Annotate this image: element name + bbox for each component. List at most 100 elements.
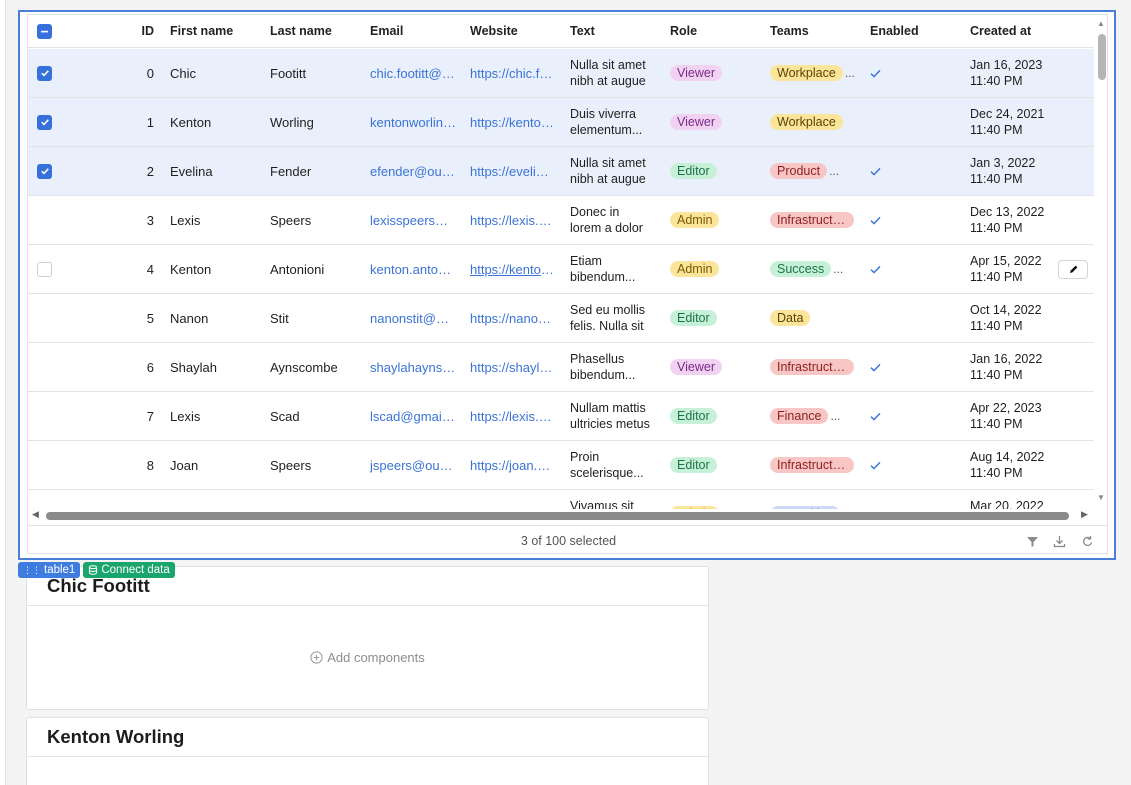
more-teams-indicator: ...: [844, 66, 855, 80]
vertical-scrollbar[interactable]: ▲ ▼: [1094, 15, 1107, 509]
cell-last-name: Antonioni: [270, 261, 325, 277]
team-badge: Product: [770, 163, 828, 179]
table-row[interactable]: 8 Joan Speers jspeers@outlook.com https://jo…: [28, 441, 1094, 490]
scroll-up-arrow-icon[interactable]: ▲: [1097, 19, 1105, 28]
cell-teams: Workplace: [770, 98, 862, 146]
cell-teams: Finance...: [770, 392, 862, 440]
cell-email[interactable]: kentonworling@gmail.com: [370, 98, 456, 146]
table-row[interactable]: 5 Nanon Stit nanonstit@gmail.com https://nan…: [28, 294, 1094, 343]
component-name-tag[interactable]: ⋮⋮ table1: [18, 562, 81, 578]
column-header-created-at[interactable]: Created at: [970, 15, 1080, 47]
cell-website[interactable]: https://shaylah.com: [470, 343, 554, 391]
cell-role: Viewer: [670, 343, 760, 391]
column-header-enabled[interactable]: Enabled: [870, 15, 930, 47]
scroll-left-arrow-icon[interactable]: ◀: [32, 509, 39, 520]
add-components-area[interactable]: Add components: [27, 606, 708, 709]
row-checkbox[interactable]: [37, 98, 55, 146]
cell-id: 2: [146, 163, 154, 179]
cell-email[interactable]: lexisspeers@gmail.com: [370, 196, 456, 244]
cell-text: Vivamus sitamet: [570, 499, 634, 509]
horizontal-scrollbar[interactable]: ◀ ▶: [28, 509, 1094, 524]
horizontal-scroll-thumb[interactable]: [46, 512, 1069, 520]
filter-icon[interactable]: [1025, 534, 1039, 548]
add-components-label: Add components: [327, 650, 425, 665]
column-header-website[interactable]: Website: [470, 15, 554, 47]
table-row[interactable]: 3 Lexis Speers lexisspeers@gmail.com https:/…: [28, 196, 1094, 245]
cell-teams: Product...: [770, 147, 862, 195]
cell-created-at: Aug 14, 2022 11:40 PM: [970, 450, 1045, 480]
cell-email[interactable]: shaylahaynscombe@gmail.com: [370, 343, 456, 391]
cell-email[interactable]: jspeers@outlook.com: [370, 441, 456, 489]
column-header-last-name[interactable]: Last name: [270, 15, 360, 47]
enabled-check-icon: [870, 461, 881, 470]
scroll-down-arrow-icon[interactable]: ▼: [1097, 493, 1105, 502]
column-header-id[interactable]: ID: [128, 15, 155, 47]
table-row[interactable]: 0 Chic Footitt chic.footitt@gmail.com https:…: [28, 49, 1094, 98]
drag-handle-icon: ⋮⋮: [23, 564, 41, 575]
cell-email[interactable]: cass.austr@gmail.com: [370, 490, 456, 510]
cell-website[interactable]: https://cass.com: [470, 490, 554, 510]
table-row[interactable]: 7 Lexis Scad lscad@gmail.com https://lexis.c…: [28, 392, 1094, 441]
enabled-check-icon: [870, 216, 881, 225]
row-checkbox[interactable]: [37, 245, 55, 293]
table-row[interactable]: 4 Kenton Antonioni kenton.antonioni@gmail.c…: [28, 245, 1094, 294]
table-component[interactable]: ID First name Last name Email Website Te…: [18, 10, 1116, 560]
cell-last-name: Stit: [270, 310, 289, 326]
cell-text: Proin scelerisque...: [570, 450, 644, 480]
cell-website[interactable]: https://lexis.com: [470, 392, 554, 440]
column-header-text[interactable]: Text: [570, 15, 654, 47]
cell-website[interactable]: https://joan.com: [470, 441, 554, 489]
card-title: Kenton Worling: [27, 718, 708, 757]
cell-first-name: Kenton: [170, 114, 212, 130]
scroll-right-arrow-icon[interactable]: ▶: [1081, 509, 1088, 520]
cell-last-name: Austr: [270, 490, 360, 510]
cell-email[interactable]: kenton.antonioni@gmail.com: [370, 245, 456, 293]
team-badge: Infrastructure: [770, 359, 854, 375]
cell-role: Admin: [670, 196, 760, 244]
cell-first-name: Chic: [170, 65, 197, 81]
cell-website[interactable]: https://evelina.com: [470, 147, 554, 195]
column-header-teams[interactable]: Teams: [770, 15, 862, 47]
table-row[interactable]: 1 Kenton Worling kentonworling@gmail.com htt…: [28, 98, 1094, 147]
cell-text: Nulla sit amet nibh at augue: [570, 156, 646, 186]
vertical-scroll-thumb[interactable]: [1098, 34, 1106, 80]
role-badge: Editor: [670, 163, 717, 179]
select-all-checkbox[interactable]: [37, 15, 55, 47]
edit-row-button[interactable]: [1058, 260, 1088, 279]
cell-first-name: Joan: [170, 457, 199, 473]
cell-last-name: Scad: [270, 408, 300, 424]
column-header-first-name[interactable]: First name: [170, 15, 260, 47]
row-checkbox[interactable]: [37, 147, 55, 195]
cell-teams: Data: [770, 294, 862, 342]
connect-data-button[interactable]: Connect data: [83, 562, 175, 578]
refresh-icon[interactable]: [1080, 534, 1094, 548]
role-badge: Admin: [670, 212, 720, 228]
cell-website[interactable]: https://kentonworling.com: [470, 98, 554, 146]
cell-website[interactable]: https://chic.footitt.com: [470, 49, 554, 97]
table-row[interactable]: 2 Evelina Fender efender@outlook.com https:/…: [28, 147, 1094, 196]
column-header-role[interactable]: Role: [670, 15, 760, 47]
enabled-check-icon: [870, 69, 881, 78]
cell-email[interactable]: nanonstit@gmail.com: [370, 294, 456, 342]
download-icon[interactable]: [1052, 534, 1066, 548]
cell-website[interactable]: https://lexis.com: [470, 196, 554, 244]
container-card-1[interactable]: Chic Footitt Add components: [26, 566, 709, 710]
row-checkbox[interactable]: [37, 49, 55, 97]
table-row[interactable]: 9 Cass Austr cass.austr@gmail.com https://ca…: [28, 490, 1094, 509]
cell-role: Admin: [670, 245, 760, 293]
cell-email[interactable]: efender@outlook.com: [370, 147, 456, 195]
column-header-email[interactable]: Email: [370, 15, 456, 47]
cell-email[interactable]: lscad@gmail.com: [370, 392, 456, 440]
cell-email[interactable]: chic.footitt@gmail.com: [370, 49, 456, 97]
container-card-2[interactable]: Kenton Worling: [26, 717, 709, 785]
checkmark-icon: [37, 65, 52, 81]
cell-website[interactable]: https://kenton.com: [470, 245, 554, 293]
enabled-check-icon: [870, 167, 881, 176]
cell-role: Viewer: [670, 49, 760, 97]
team-badge: Infrastructure: [770, 457, 854, 473]
team-badge: Data: [770, 310, 811, 326]
table-row[interactable]: 6 Shaylah Aynscombe shaylahaynscombe@gmail.…: [28, 343, 1094, 392]
cell-first-name: Nanon: [170, 310, 209, 326]
cell-website[interactable]: https://nanon.com: [470, 294, 554, 342]
cell-created-at: Oct 14, 2022 11:40 PM: [970, 303, 1042, 333]
